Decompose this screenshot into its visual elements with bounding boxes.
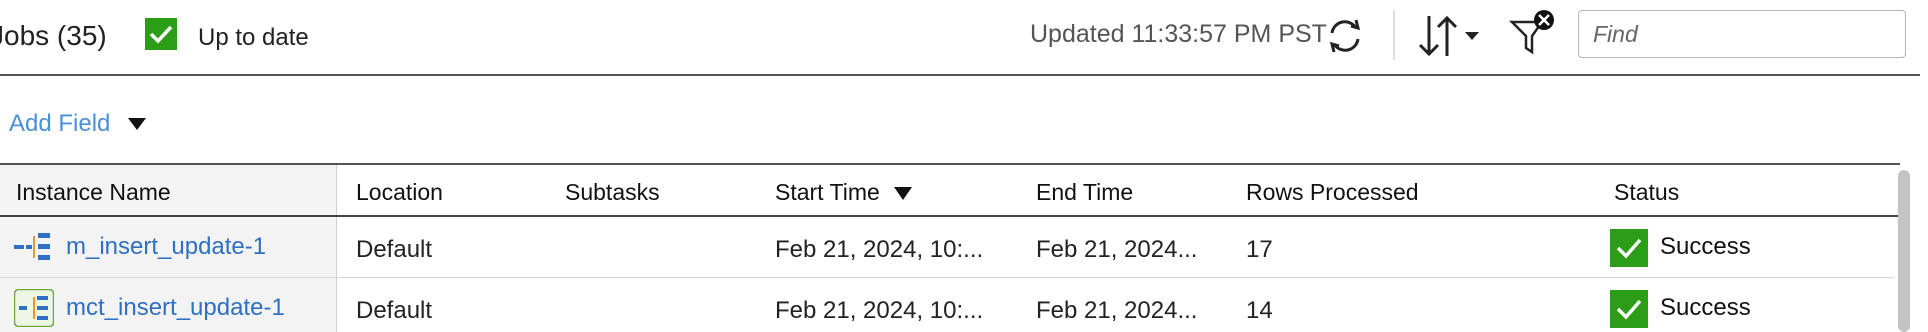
start-time-cell: Feb 21, 2024, 10:... (775, 236, 984, 263)
end-time-cell: Feb 21, 2024... (1036, 236, 1198, 263)
column-header-subtasks[interactable]: Subtasks (565, 179, 660, 206)
filter-clear-icon (1508, 10, 1554, 55)
success-check-icon (1610, 290, 1648, 328)
column-header-rows-processed[interactable]: Rows Processed (1246, 179, 1419, 206)
chevron-down-icon (128, 118, 147, 130)
updated-timestamp: Updated 11:33:57 PM PST (1030, 20, 1327, 48)
column-header-instance-name[interactable]: Instance Name (16, 179, 171, 206)
column-header-end-time[interactable]: End Time (1036, 179, 1133, 206)
page-title: Jobs (35) (0, 20, 107, 51)
refresh-icon (1329, 19, 1361, 53)
end-time-cell: Feb 21, 2024... (1036, 297, 1198, 324)
table-row[interactable]: m_insert_update-1 Default Feb 21, 2024, … (0, 217, 1894, 278)
success-check-icon (1610, 229, 1648, 267)
refresh-button[interactable] (1322, 14, 1368, 58)
column-header-status[interactable]: Status (1614, 179, 1679, 206)
find-input[interactable] (1578, 10, 1906, 58)
instance-name-link[interactable]: mct_insert_update-1 (66, 294, 285, 322)
table-scrollbar[interactable] (1898, 170, 1910, 332)
status-label: Success (1660, 233, 1751, 260)
filter-button[interactable] (1508, 8, 1558, 58)
mapping-task-icon (14, 289, 54, 327)
table-row[interactable]: mct_insert_update-1 Default Feb 21, 2024… (0, 278, 1894, 332)
rows-processed-cell: 14 (1246, 297, 1273, 324)
sort-descending-icon[interactable] (894, 187, 912, 200)
sort-button[interactable] (1415, 12, 1485, 60)
column-header-start-time[interactable]: Start Time (775, 179, 880, 206)
table-header: Instance Name Location Subtasks Start Ti… (0, 165, 1900, 217)
start-time-cell: Feb 21, 2024, 10:... (775, 297, 984, 324)
up-to-date-check-icon (145, 18, 177, 50)
location-cell: Default (356, 297, 433, 324)
add-field-button[interactable]: Add Field (9, 110, 147, 138)
jobs-header: Jobs (35) Up to date Updated 11:33:57 PM… (0, 0, 1920, 76)
location-cell: Default (356, 236, 433, 263)
jobs-page: Jobs (35) Up to date Updated 11:33:57 PM… (0, 0, 1928, 332)
up-to-date-label: Up to date (198, 24, 309, 51)
rows-processed-cell: 17 (1246, 236, 1273, 263)
instance-name-link[interactable]: m_insert_update-1 (66, 233, 266, 261)
status-label: Success (1660, 294, 1751, 321)
mapping-icon (14, 233, 50, 260)
add-field-label: Add Field (9, 110, 111, 137)
column-header-location[interactable]: Location (356, 179, 443, 206)
sort-icon (1418, 15, 1479, 57)
toolbar-divider (1393, 10, 1395, 60)
jobs-table: Instance Name Location Subtasks Start Ti… (0, 163, 1900, 332)
